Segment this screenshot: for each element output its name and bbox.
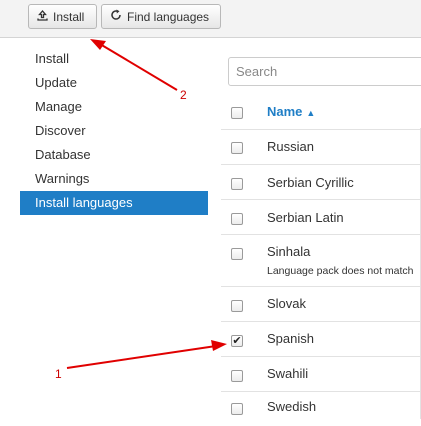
callout-2: 2 (180, 88, 187, 102)
arrow-2-line (99, 43, 178, 91)
annotation-arrows (66, 39, 227, 369)
arrow-2-head (90, 39, 106, 50)
callout-1: 1 (55, 367, 62, 381)
arrow-1-line (66, 345, 217, 369)
arrow-1-head (211, 340, 227, 351)
